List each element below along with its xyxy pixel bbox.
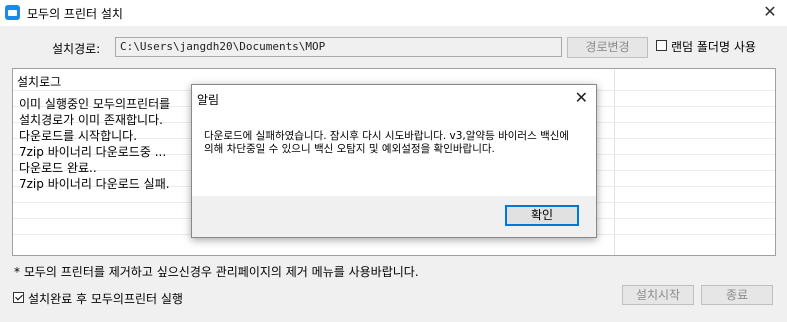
alert-dialog: 알림 ✕ 다운로드에 실패하였습니다. 잠시후 다시 시도바랍니다. v3,알약… — [191, 84, 597, 238]
install-path-field: C:\Users\jangdh20\Documents\MOP — [115, 37, 562, 57]
log-line: 7zip 바이너리 다운로드 실패. — [19, 177, 170, 191]
dialog-title: 알림 — [197, 93, 220, 107]
window-close-icon[interactable]: ✕ — [761, 3, 779, 21]
window-title: 모두의 프린터 설치 — [27, 7, 123, 21]
start-install-button[interactable]: 설치시작 — [622, 285, 694, 305]
log-line: 설치경로가 이미 존재합니다. — [19, 113, 163, 127]
log-line: 7zip 바이너리 다운로드중 ... — [19, 145, 167, 159]
install-path-label: 설치경로: — [52, 42, 101, 56]
log-column-divider — [614, 69, 615, 255]
uninstall-note: * 모두의 프린터를 제거하고 싶으신경우 관리페이지의 제거 메뉴를 사용바랍… — [14, 265, 419, 279]
random-folder-checkbox[interactable] — [656, 40, 667, 51]
log-line: 다운로드를 시작합니다. — [19, 129, 138, 143]
change-path-button[interactable]: 경로변경 — [567, 37, 648, 58]
log-header: 설치로그 — [17, 75, 62, 89]
auto-run-checkbox[interactable] — [13, 292, 24, 303]
dialog-ok-button[interactable]: 확인 — [505, 205, 579, 226]
log-line: 다운로드 완료.. — [19, 161, 97, 175]
log-line: 이미 실행중인 모두의프린터를 — [19, 97, 171, 111]
app-printer-icon — [5, 5, 20, 20]
auto-run-label[interactable]: 설치완료 후 모두의프린터 실행 — [28, 290, 183, 307]
random-folder-label[interactable]: 랜덤 폴더명 사용 — [671, 38, 756, 55]
title-bar: 모두의 프린터 설치 ✕ — [0, 0, 787, 26]
dialog-message: 다운로드에 실패하였습니다. 잠시후 다시 시도바랍니다. v3,알약등 바이러… — [204, 130, 570, 155]
exit-button[interactable]: 종료 — [701, 285, 773, 305]
dialog-close-icon[interactable]: ✕ — [575, 88, 588, 108]
